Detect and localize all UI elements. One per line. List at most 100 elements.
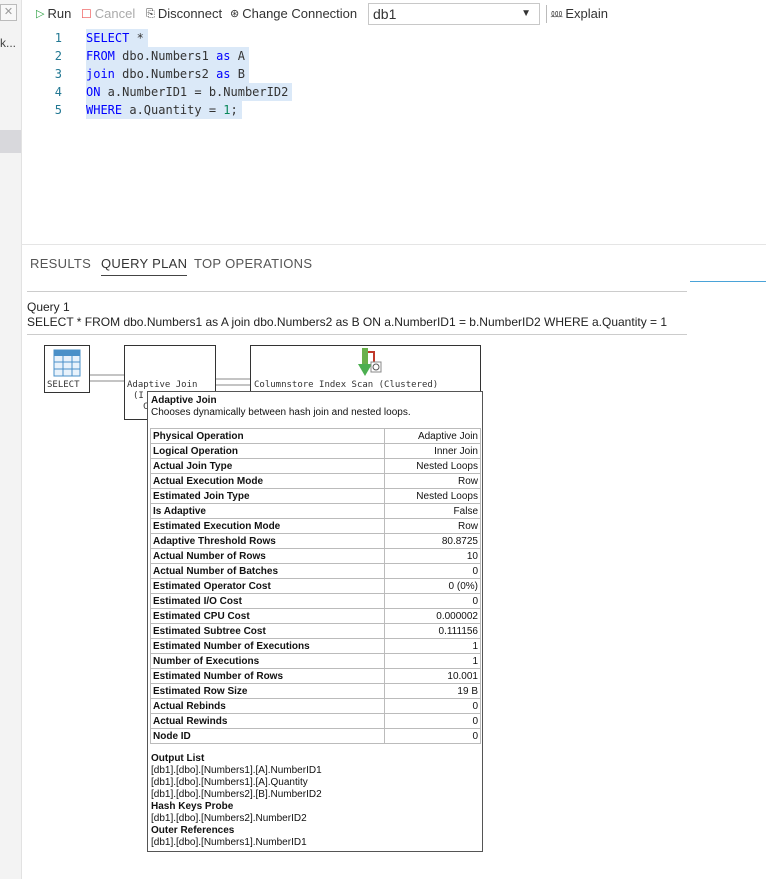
- code-line-3[interactable]: join dbo.Numbers2 as B: [86, 65, 249, 83]
- property-row: Actual Rebinds 0: [150, 698, 482, 714]
- change-connection-button[interactable]: ⊛ Change Connection: [230, 5, 357, 23]
- property-name: Actual Execution Mode: [150, 473, 385, 489]
- tooltip-title: Adaptive Join: [151, 395, 217, 406]
- code-line-4[interactable]: ON a.NumberID1 = b.NumberID2: [86, 83, 293, 101]
- property-row: Actual Execution Mode Row: [150, 473, 482, 489]
- plug-icon: ⎘: [146, 8, 155, 20]
- property-name: Actual Rebinds: [150, 698, 385, 714]
- property-value: 10: [383, 548, 482, 564]
- explain-button[interactable]: ⅏ Explain: [551, 5, 608, 23]
- property-row: Is Adaptive False: [150, 503, 482, 519]
- property-row: Estimated Join Type Nested Loops: [150, 488, 482, 504]
- panel-divider: [21, 244, 766, 245]
- property-value: 10.001: [383, 668, 482, 684]
- tab-results[interactable]: RESULTS: [30, 256, 91, 275]
- code-line-1[interactable]: SELECT *: [86, 29, 148, 47]
- property-row: Number of Executions 1: [150, 653, 482, 669]
- property-name: Estimated Number of Rows: [150, 668, 385, 684]
- property-value: 0: [383, 698, 482, 714]
- close-icon[interactable]: ✕: [0, 4, 17, 21]
- property-row: Estimated Execution Mode Row: [150, 518, 482, 534]
- property-row: Actual Number of Rows 10: [150, 548, 482, 564]
- run-button[interactable]: ▷ Run: [36, 5, 71, 23]
- property-value: Row: [383, 518, 482, 534]
- property-value: 80.8725: [383, 533, 482, 549]
- plan-node-select[interactable]: SELECT: [44, 345, 90, 393]
- property-name: Estimated Join Type: [150, 488, 385, 504]
- property-name: Logical Operation: [150, 443, 385, 459]
- property-name: Actual Number of Rows: [150, 548, 385, 564]
- property-name: Node ID: [150, 728, 385, 744]
- tab-query-plan[interactable]: QUERY PLAN: [101, 256, 188, 276]
- change-connection-label: Change Connection: [242, 6, 358, 21]
- property-row: Actual Number of Batches 0: [150, 563, 482, 579]
- line-number: 4: [54, 85, 62, 99]
- property-row: Estimated Operator Cost 0 (0%): [150, 578, 482, 594]
- refresh-connection-icon: ⊛: [230, 8, 240, 20]
- connector-arrow: [90, 374, 124, 382]
- database-value: db1: [373, 6, 397, 22]
- property-row: Node ID 0: [150, 728, 482, 744]
- property-value: Adaptive Join: [383, 428, 482, 444]
- property-name: Estimated Subtree Cost: [150, 623, 385, 639]
- output-list-item: [db1].[dbo].[Numbers1].[A].NumberID1: [151, 765, 322, 776]
- output-list-header: Output List: [151, 753, 205, 764]
- property-name: Estimated CPU Cost: [150, 608, 385, 624]
- explain-plan-icon: ⅏: [551, 8, 563, 20]
- property-name: Estimated Operator Cost: [150, 578, 385, 594]
- outer-references-header: Outer References: [151, 825, 235, 836]
- disconnect-button[interactable]: ⎘ Disconnect: [146, 5, 222, 23]
- join-node-sublabel: (I: [133, 391, 144, 401]
- property-name: Estimated Number of Executions: [150, 638, 385, 654]
- active-accent-line: [690, 281, 766, 282]
- explain-label: Explain: [565, 6, 608, 21]
- property-name: Physical Operation: [150, 428, 385, 444]
- property-value: 0: [383, 728, 482, 744]
- plan-node-columnstore-scan[interactable]: Columnstore Index Scan (Clustered): [250, 345, 481, 393]
- property-value: False: [383, 503, 482, 519]
- cancel-button[interactable]: ☐ Cancel: [81, 5, 135, 23]
- property-value: Nested Loops: [383, 458, 482, 474]
- property-value: 0: [383, 563, 482, 579]
- property-name: Actual Rewinds: [150, 713, 385, 729]
- line-number: 1: [54, 31, 62, 45]
- code-line-5[interactable]: WHERE a.Quantity = 1;: [86, 101, 242, 119]
- property-value: 0: [383, 593, 482, 609]
- property-row: Estimated Row Size 19 B: [150, 683, 482, 699]
- join-node-label: Adaptive Join: [127, 380, 198, 390]
- plan-divider: [27, 334, 687, 335]
- property-name: Estimated Execution Mode: [150, 518, 385, 534]
- property-row: Estimated Subtree Cost 0.111156: [150, 623, 482, 639]
- database-select[interactable]: db1 ▼: [368, 3, 540, 25]
- scan-node-label: Columnstore Index Scan (Clustered): [254, 380, 439, 390]
- code-line-2[interactable]: FROM dbo.Numbers1 as A: [86, 47, 249, 65]
- output-list-item: [db1].[dbo].[Numbers1].[A].Quantity: [151, 777, 308, 788]
- query-statement: SELECT * FROM dbo.Numbers1 as A join dbo…: [27, 315, 668, 329]
- sidebar-selected-item[interactable]: [0, 130, 21, 153]
- tooltip-description: Chooses dynamically between hash join an…: [151, 407, 411, 418]
- property-value: Nested Loops: [383, 488, 482, 504]
- property-value: 0: [383, 713, 482, 729]
- table-icon: [53, 349, 81, 377]
- toolbar-divider: [546, 5, 547, 23]
- property-row: Actual Join Type Nested Loops: [150, 458, 482, 474]
- chevron-down-icon: ▼: [521, 8, 531, 19]
- property-row: Logical Operation Inner Join: [150, 443, 482, 459]
- property-name: Number of Executions: [150, 653, 385, 669]
- output-list-item: [db1].[dbo].[Numbers2].[B].NumberID2: [151, 789, 322, 800]
- property-name: Adaptive Threshold Rows: [150, 533, 385, 549]
- property-name: Actual Join Type: [150, 458, 385, 474]
- property-row: Estimated Number of Rows 10.001: [150, 668, 482, 684]
- run-label: Run: [47, 6, 72, 21]
- property-name: Estimated Row Size: [150, 683, 385, 699]
- columnstore-scan-icon: [358, 348, 382, 376]
- property-value: Inner Join: [383, 443, 482, 459]
- tab-top-operations[interactable]: TOP OPERATIONS: [194, 256, 312, 275]
- cancel-label: Cancel: [94, 6, 136, 21]
- property-row: Estimated CPU Cost 0.000002: [150, 608, 482, 624]
- line-number: 2: [54, 49, 62, 63]
- property-value: 1: [383, 638, 482, 654]
- property-value: 0.000002: [383, 608, 482, 624]
- property-value: 19 B: [383, 683, 482, 699]
- property-name: Is Adaptive: [150, 503, 385, 519]
